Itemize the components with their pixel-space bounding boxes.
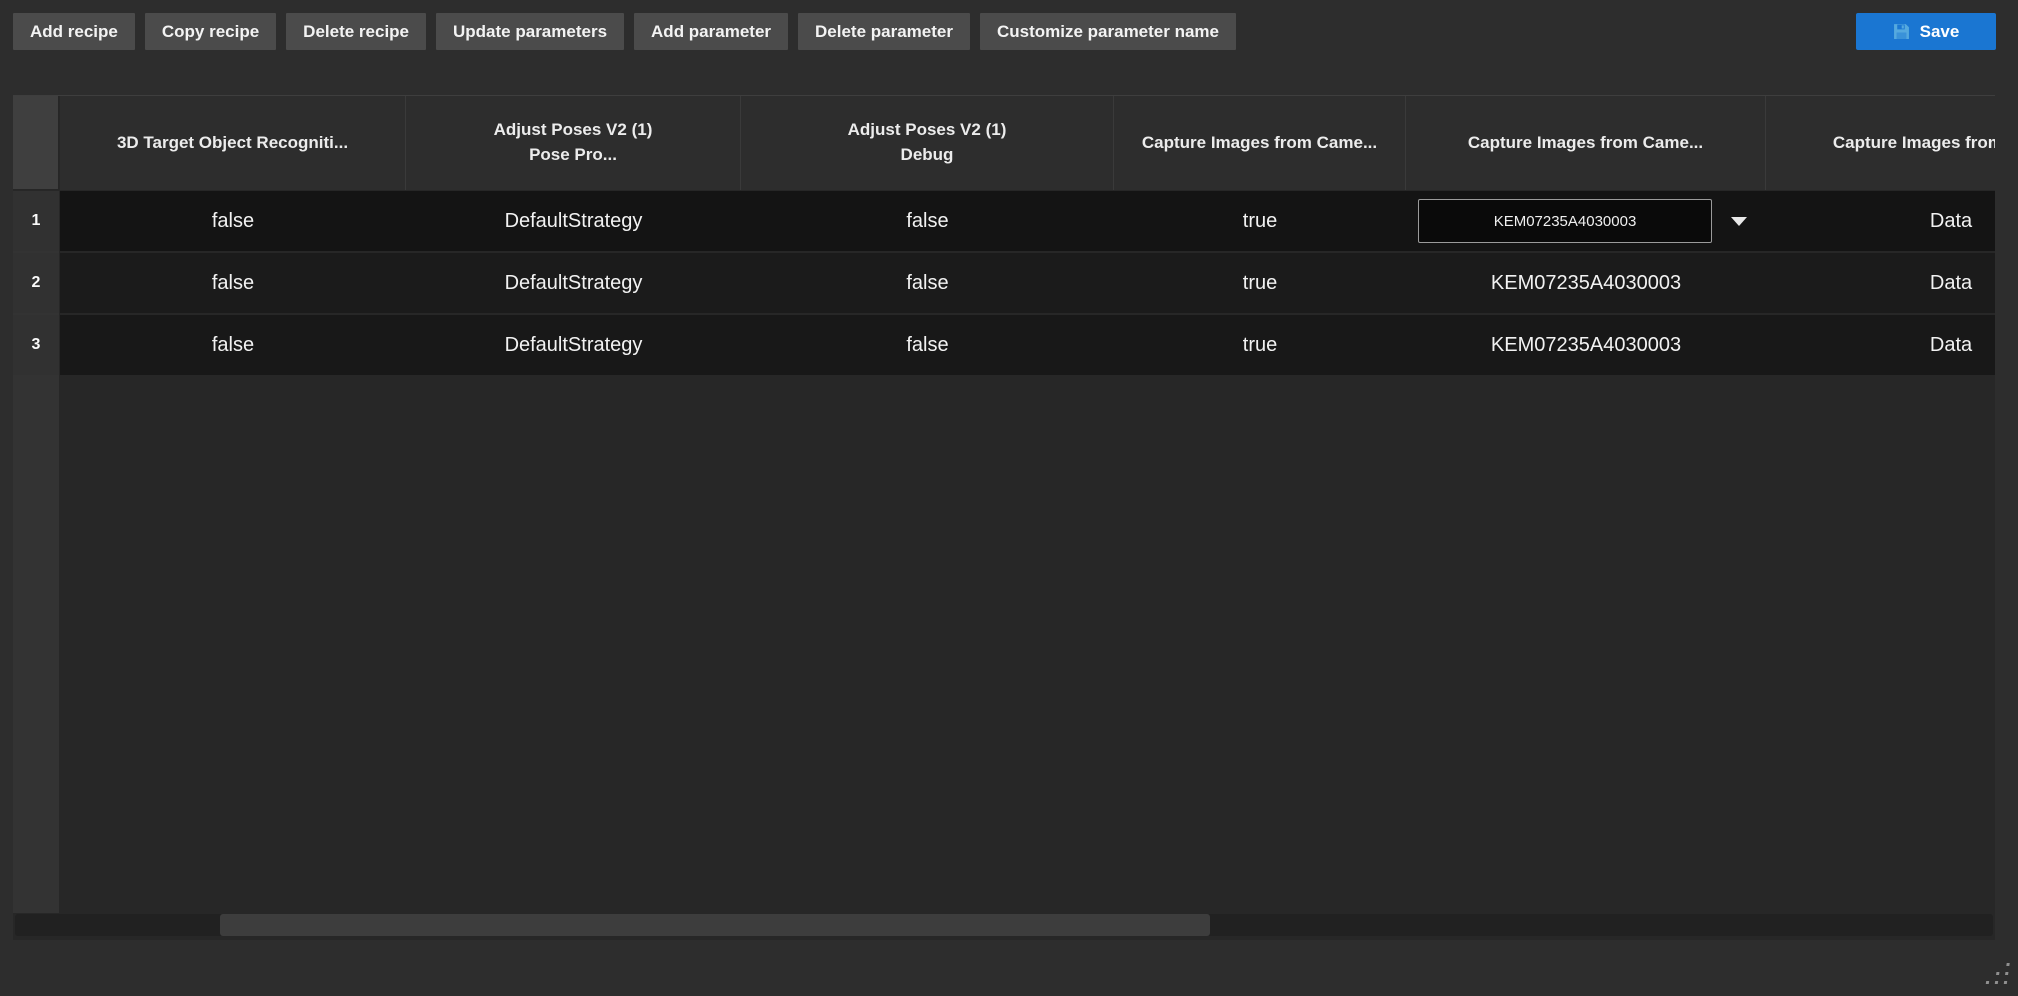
horizontal-scrollbar-track[interactable] (15, 914, 1993, 936)
cell-recognition-flag[interactable]: false (60, 253, 406, 313)
cell-data-value[interactable]: Data (1766, 253, 1995, 313)
row-header-column: 1 2 3 (13, 191, 59, 913)
column-header-label: Adjust Poses V2 (1) (494, 118, 653, 143)
column-header-label: Pose Pro... (529, 143, 617, 168)
cell-debug-flag[interactable]: false (741, 191, 1114, 251)
table-corner-cell[interactable] (13, 96, 59, 190)
combobox-dropdown-button[interactable] (1712, 191, 1766, 251)
column-header-capture-images-3[interactable]: Capture Images from Came... (1766, 96, 1995, 190)
column-header-adjust-poses-pose-pro[interactable]: Adjust Poses V2 (1) Pose Pro... (406, 96, 741, 190)
cell-pose-strategy[interactable]: DefaultStrategy (406, 191, 741, 251)
column-header-label: Capture Images from Came... (1468, 131, 1703, 156)
row-header-filler (13, 377, 59, 913)
save-button-label: Save (1920, 22, 1960, 42)
table-body: false DefaultStrategy false true Data fa… (60, 191, 1995, 377)
add-recipe-button[interactable]: Add recipe (13, 13, 135, 50)
cell-pose-strategy[interactable]: DefaultStrategy (406, 315, 741, 375)
column-header-3d-target-object-recognition[interactable]: 3D Target Object Recogniti... (60, 96, 406, 190)
copy-recipe-button[interactable]: Copy recipe (145, 13, 276, 50)
column-header-capture-images-1[interactable]: Capture Images from Came... (1114, 96, 1406, 190)
recipe-editor-window: { "toolbar": { "buttons": [ { "label": "… (0, 0, 2018, 996)
table-row: false DefaultStrategy false true Data (60, 191, 1995, 251)
row-header-3[interactable]: 3 (13, 315, 59, 375)
delete-recipe-button[interactable]: Delete recipe (286, 13, 426, 50)
cell-camera-id[interactable]: KEM07235A4030003 (1406, 315, 1766, 375)
update-parameters-button[interactable]: Update parameters (436, 13, 624, 50)
cell-data-value[interactable]: Data (1766, 315, 1995, 375)
cell-debug-flag[interactable]: false (741, 315, 1114, 375)
window-resize-grip[interactable] (1983, 961, 2013, 991)
cell-capture-flag[interactable]: true (1114, 191, 1406, 251)
cell-capture-flag[interactable]: true (1114, 253, 1406, 313)
recipe-parameter-table: 3D Target Object Recogniti... Adjust Pos… (13, 95, 1995, 940)
cell-capture-flag[interactable]: true (1114, 315, 1406, 375)
column-header-capture-images-2[interactable]: Capture Images from Came... (1406, 96, 1766, 190)
chevron-down-icon (1731, 217, 1747, 226)
save-button[interactable]: Save (1856, 13, 1996, 50)
horizontal-scrollbar-thumb[interactable] (220, 914, 1210, 936)
cell-data-value[interactable]: Data (1766, 191, 1995, 251)
floppy-disk-icon (1893, 23, 1910, 40)
column-header-label: 3D Target Object Recogniti... (117, 131, 348, 156)
add-parameter-button[interactable]: Add parameter (634, 13, 788, 50)
camera-id-combobox-input[interactable] (1418, 199, 1712, 243)
column-header-adjust-poses-debug[interactable]: Adjust Poses V2 (1) Debug (741, 96, 1114, 190)
row-header-1[interactable]: 1 (13, 191, 59, 251)
cell-camera-id-editor (1406, 191, 1766, 251)
column-header-row: 3D Target Object Recogniti... Adjust Pos… (60, 96, 1995, 190)
cell-pose-strategy[interactable]: DefaultStrategy (406, 253, 741, 313)
column-header-label: Capture Images from Came... (1833, 131, 1995, 156)
cell-recognition-flag[interactable]: false (60, 191, 406, 251)
delete-parameter-button[interactable]: Delete parameter (798, 13, 970, 50)
table-row: false DefaultStrategy false true KEM0723… (60, 253, 1995, 313)
table-row: false DefaultStrategy false true KEM0723… (60, 315, 1995, 375)
column-header-label: Debug (901, 143, 954, 168)
cell-recognition-flag[interactable]: false (60, 315, 406, 375)
cell-debug-flag[interactable]: false (741, 253, 1114, 313)
row-header-2[interactable]: 2 (13, 253, 59, 313)
column-header-label: Capture Images from Came... (1142, 131, 1377, 156)
customize-parameter-name-button[interactable]: Customize parameter name (980, 13, 1236, 50)
cell-camera-id[interactable]: KEM07235A4030003 (1406, 253, 1766, 313)
toolbar: Add recipe Copy recipe Delete recipe Upd… (13, 13, 1236, 50)
column-header-label: Adjust Poses V2 (1) (848, 118, 1007, 143)
